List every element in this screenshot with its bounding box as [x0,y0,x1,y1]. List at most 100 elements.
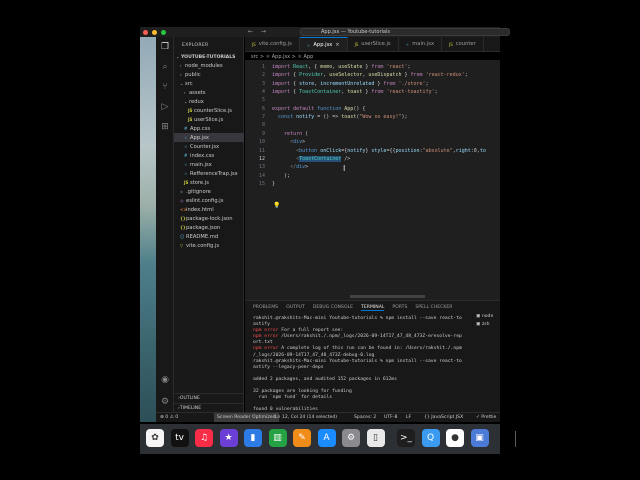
tree-item[interactable]: ⓘ README.md [174,232,244,241]
tree-item-label: eslint.config.js [186,198,224,204]
code-editor[interactable]: 1 2 3 4 5 6 7 8 9 10 11 12 13 14 15 import React, { me… [245,60,500,300]
line-number: 4 [261,89,265,96]
editor-tab[interactable]: JS userSlice.js [348,37,399,51]
keynote-icon[interactable]: ▮ [244,429,262,447]
explorer-root[interactable]: ⌄ YOUTUBE-TUTORIALS [174,52,244,61]
tree-item-label: index.html [186,207,214,213]
tree-item[interactable]: › node_modules [174,61,244,70]
photos-icon[interactable]: ✿ [146,429,164,447]
end-of-line[interactable]: LF [406,415,411,420]
explorer-root-label: YOUTUBE-TUTORIALS [181,55,236,60]
command-center[interactable]: App.jsx — Youtube-tutorials [300,28,510,36]
code-line[interactable]: import { store, incrementUnrelated } fro… [272,81,429,87]
tree-item[interactable]: ◎ eslint.config.js [174,196,244,205]
terminal-icon[interactable]: >_ [397,429,415,447]
settings-icon[interactable]: ⚙ [159,396,171,408]
code-line[interactable]: import { ToastContainer, toast } from 'r… [272,89,438,95]
panel-tab[interactable]: OUTPUT [286,305,305,311]
run-debug-icon[interactable]: ▷ [159,101,171,113]
timeline-section[interactable]: ›TIMELINE [174,403,244,412]
appstore-icon[interactable]: A [317,429,336,447]
tab-label: main.jsx [412,41,435,47]
numbers-icon[interactable]: ▥ [268,429,287,447]
files-icon[interactable]: ❐ [159,41,171,53]
account-icon[interactable]: ◉ [159,374,171,386]
source-control-icon[interactable]: ⑂ [159,81,171,93]
screen-reader-status[interactable]: Screen Reader Optimized [214,413,279,422]
quicktime-icon[interactable]: Q [421,429,440,447]
code-line[interactable]: const notify = () => toast("Wow so easy!… [272,114,408,120]
terminal-instance[interactable]: ▣ zsh [476,321,500,329]
tree-item[interactable]: ⚛ RefferenceTrap.jsx [174,169,244,178]
close-tab-icon[interactable]: × [335,38,339,52]
code-line[interactable]: export default function App() { [272,106,365,112]
search-icon[interactable]: ⌕ [159,61,171,73]
horizontal-scrollbar[interactable] [350,295,425,298]
simulator-icon[interactable]: ▣ [470,429,489,447]
tree-item[interactable]: ⚛ App.jsx [174,133,244,142]
tree-item[interactable]: ⚛ main.jsx [174,160,244,169]
tree-item[interactable]: JS counterSlice.js [174,106,244,115]
terminal-instance[interactable]: ▣ node [476,313,500,321]
tree-item[interactable]: › public [174,70,244,79]
terminal-output[interactable]: rakshit.@rakshits-Mac-mini Youtube-tutor… [253,316,473,420]
imovie-icon[interactable]: ★ [219,429,238,447]
code-line[interactable]: return ( [272,131,308,137]
language-mode[interactable]: {} JavaScript JSX [424,415,463,420]
close-window-button[interactable] [143,29,148,35]
code-line[interactable]: <button onClick={notify} style={{positio… [272,148,486,154]
tree-item[interactable]: ⚛ Counter.jsx [174,142,244,151]
cursor-position[interactable]: Ln 12, Col 24 (14 selected) [275,415,337,420]
tree-item[interactable]: {}package-lock.json [174,214,244,223]
mouse-cursor-icon: I [343,164,346,173]
minimize-window-button[interactable] [152,29,157,35]
history-nav-arrows[interactable]: ← → [248,28,269,35]
encoding[interactable]: UTF-8 [384,415,397,420]
prettier-status[interactable]: ✓ Prettie [476,415,496,420]
code-line[interactable]: import React, { memo, useState } from 'r… [272,64,411,70]
tree-item[interactable]: ▽ vite.config.js [174,241,244,250]
code-line[interactable]: } [272,181,275,187]
tree-item[interactable]: ⌄ redux [174,97,244,106]
tree-item[interactable]: JS userSlice.js [174,115,244,124]
lightbulb-icon[interactable]: 💡 [273,202,280,209]
extensions-icon[interactable]: ⊞ [159,121,171,133]
code-line[interactable]: <div> [272,139,305,145]
editor-tab[interactable]: ⚛ App.jsx × [299,37,348,52]
zoom-window-button[interactable] [161,29,166,35]
tree-item[interactable]: › assets [174,88,244,97]
explorer-title: EXPLORER [182,43,209,48]
tree-item[interactable]: ◆ .gitignore [174,187,244,196]
appletv-icon[interactable]: tv [170,429,189,447]
tree-item[interactable]: JS store.js [174,178,244,187]
line-number: 3 [261,80,265,87]
window-title: App.jsx — Youtube-tutorials [321,29,390,35]
chrome-icon[interactable]: ● [446,429,464,447]
tree-item[interactable]: # index.css [174,151,244,160]
code-line[interactable]: <ToastContainer /> [272,155,350,162]
editor-tab[interactable]: ⚛ main.jsx [399,37,443,51]
code-line[interactable]: ); [272,173,290,179]
pages-icon[interactable]: ✎ [293,429,311,447]
tree-item[interactable]: ⌄ src [174,79,244,88]
tree-item[interactable]: # App.css [174,124,244,133]
tree-item[interactable]: {}package.json [174,223,244,232]
remote-icon[interactable]: ⊗ 0 ⚠ 0 [160,415,178,420]
panel-tab[interactable]: SPELL CHECKER [415,305,452,311]
panel-tab[interactable]: PORTS [392,305,407,311]
system-settings-icon[interactable]: ⚙ [342,429,360,447]
panel-tab[interactable]: DEBUG CONSOLE [313,305,353,311]
panel-tab[interactable]: PROBLEMS [253,305,278,311]
code-line[interactable]: </div> [272,164,308,170]
indentation[interactable]: Spaces: 2 [354,415,376,420]
panel-tab[interactable]: TERMINAL [361,305,385,311]
music-icon[interactable]: ♫ [195,429,213,447]
code-line[interactable]: import { Provider, useSelector, useDispa… [272,72,468,78]
editor-tab[interactable]: JS vite.config.js [245,37,300,51]
tab-label: userSlice.js [361,41,391,47]
tree-item[interactable]: <>index.html [174,205,244,214]
editor-tab[interactable]: JS counter [442,37,484,51]
outline-section[interactable]: ›OUTLINE [174,393,244,402]
tab-label: vite.config.js [258,41,292,47]
phone-mirroring-icon[interactable]: ▯ [366,429,385,447]
